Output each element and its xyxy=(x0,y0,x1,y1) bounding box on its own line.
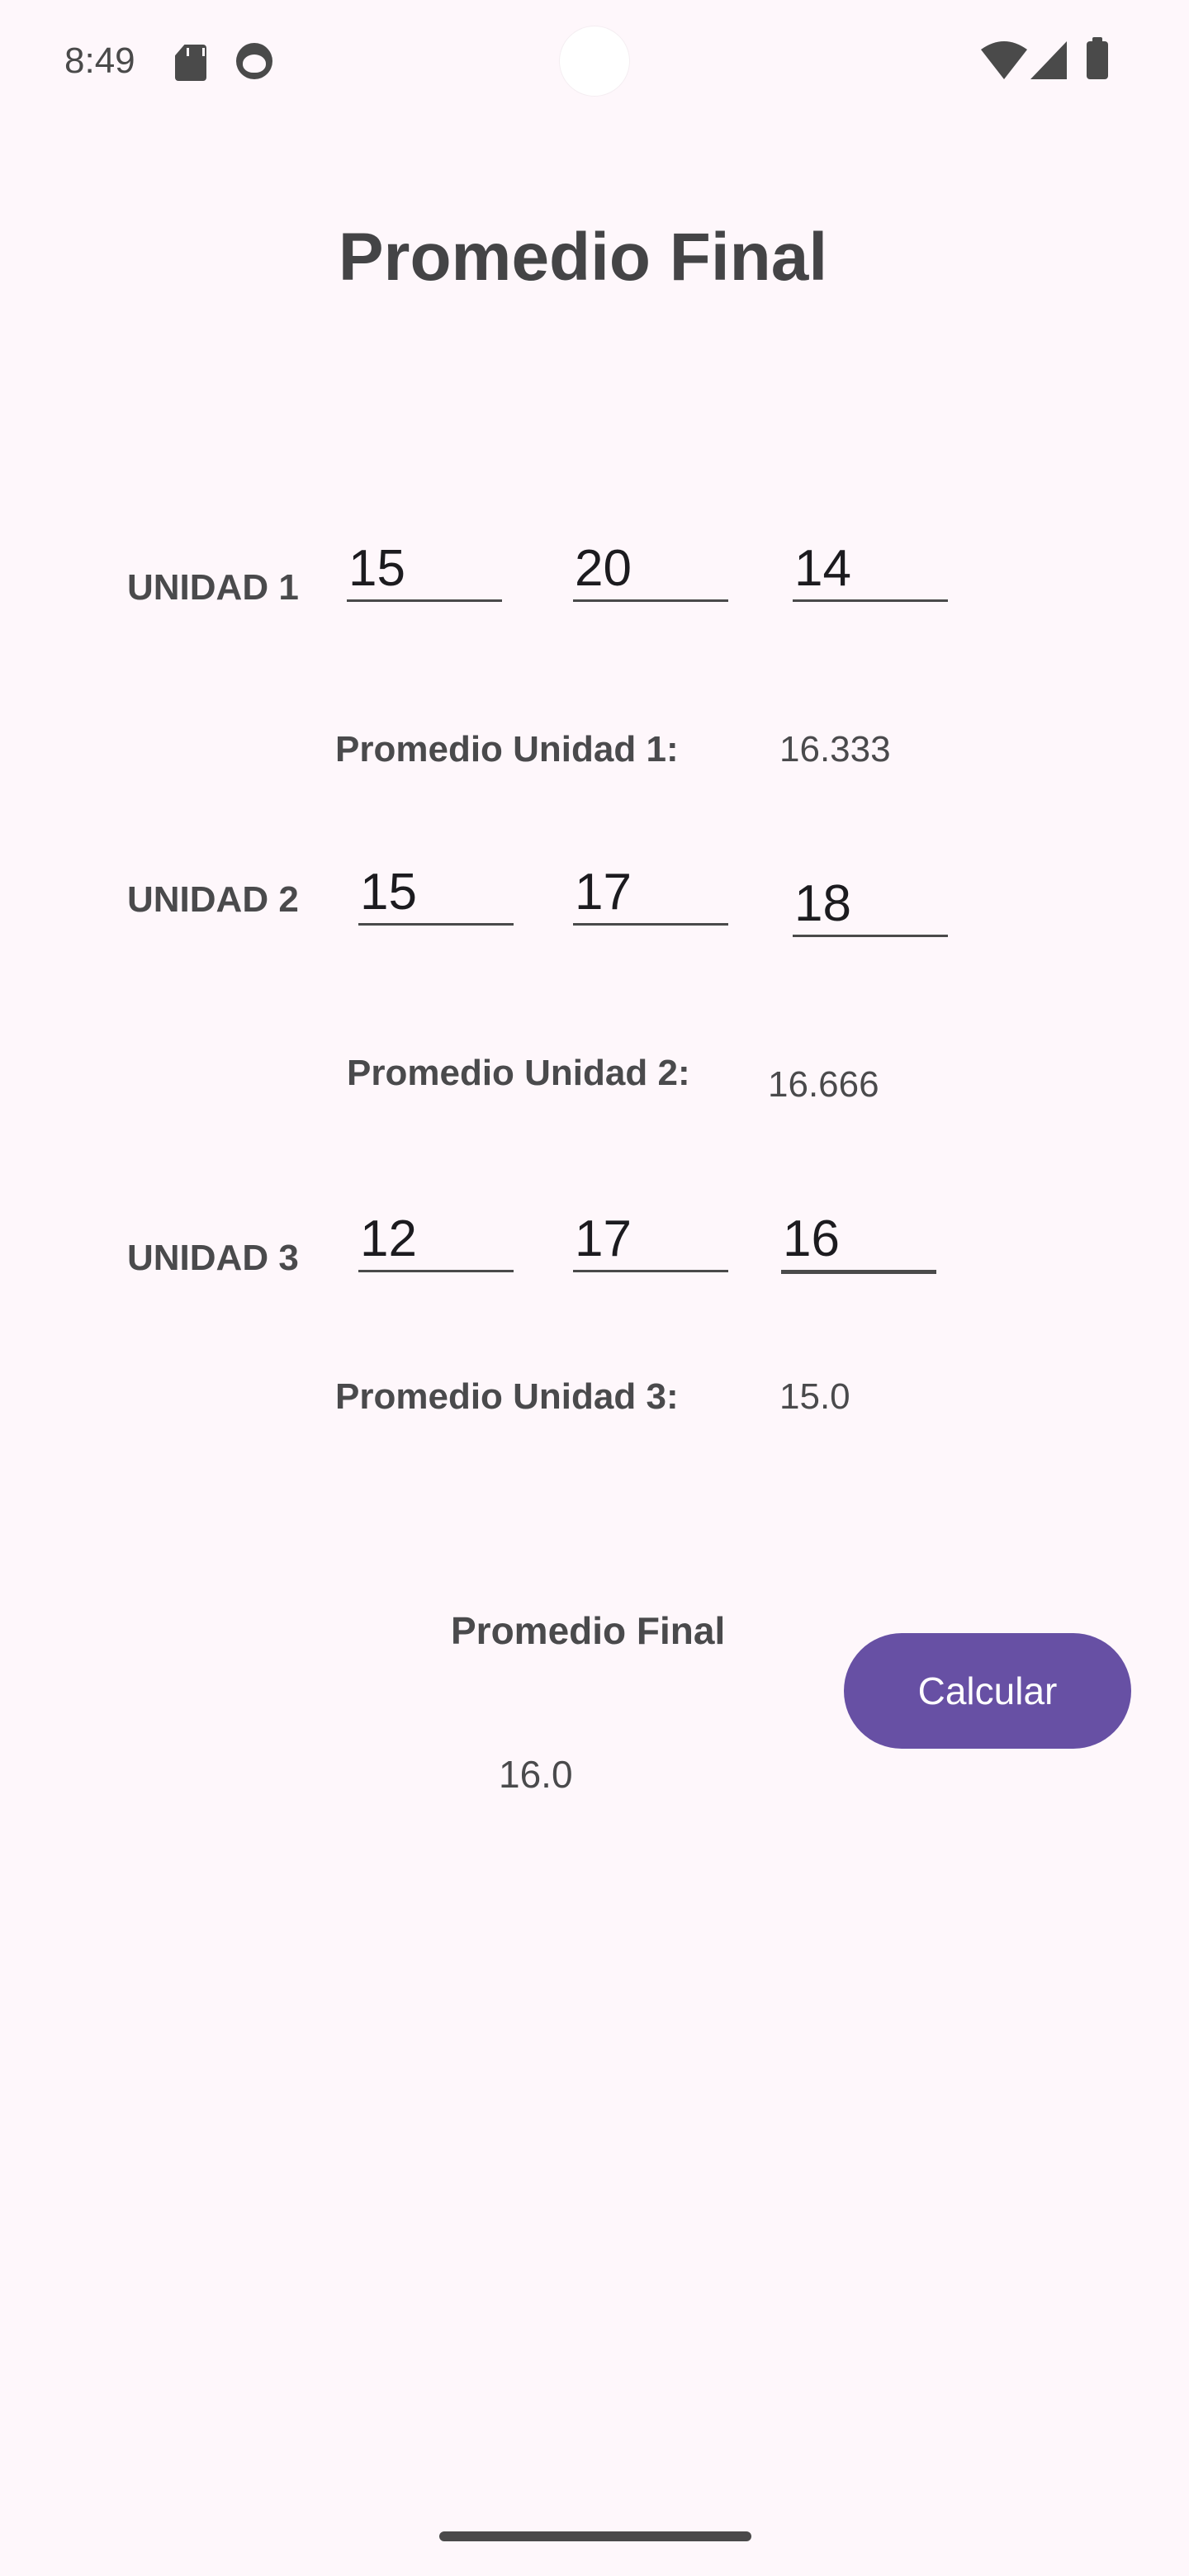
unit-2-grade-3-input[interactable] xyxy=(793,872,948,937)
unit-2-grade-1-input[interactable] xyxy=(358,860,514,926)
face-icon xyxy=(236,43,272,79)
unit-2-average-label: Promedio Unidad 2: xyxy=(347,1053,690,1093)
wifi-icon xyxy=(981,41,1027,79)
home-indicator[interactable] xyxy=(439,2531,751,2541)
final-average-value: 16.0 xyxy=(499,1753,573,1796)
unit-3-grade-3-input[interactable] xyxy=(781,1207,936,1274)
sd-card-icon xyxy=(175,45,206,81)
unit-1-grade-2-input[interactable] xyxy=(573,537,728,602)
unit-2-average-value: 16.666 xyxy=(768,1064,879,1105)
unit-1-average-label: Promedio Unidad 1: xyxy=(335,729,679,769)
unit-3-label: UNIDAD 3 xyxy=(127,1238,299,1278)
unit-1-grade-3-input[interactable] xyxy=(793,537,948,602)
page-title: Promedio Final xyxy=(338,220,828,295)
unit-1-average-value: 16.333 xyxy=(779,729,891,769)
unit-1-label: UNIDAD 1 xyxy=(127,567,299,608)
unit-3-grade-2-input[interactable] xyxy=(573,1207,728,1272)
unit-3-grade-1-input[interactable] xyxy=(358,1207,514,1272)
unit-2-grade-2-input[interactable] xyxy=(573,860,728,926)
status-time: 8:49 xyxy=(64,40,135,81)
calculate-button[interactable]: Calcular xyxy=(844,1633,1131,1749)
battery-icon xyxy=(1087,37,1108,79)
final-average-label: Promedio Final xyxy=(451,1609,726,1652)
unit-2-label: UNIDAD 2 xyxy=(127,879,299,920)
front-camera-cutout xyxy=(560,26,629,96)
unit-1-grade-1-input[interactable] xyxy=(347,537,502,602)
unit-3-average-value: 15.0 xyxy=(779,1376,850,1417)
signal-icon xyxy=(1030,41,1067,79)
unit-3-average-label: Promedio Unidad 3: xyxy=(335,1376,679,1417)
